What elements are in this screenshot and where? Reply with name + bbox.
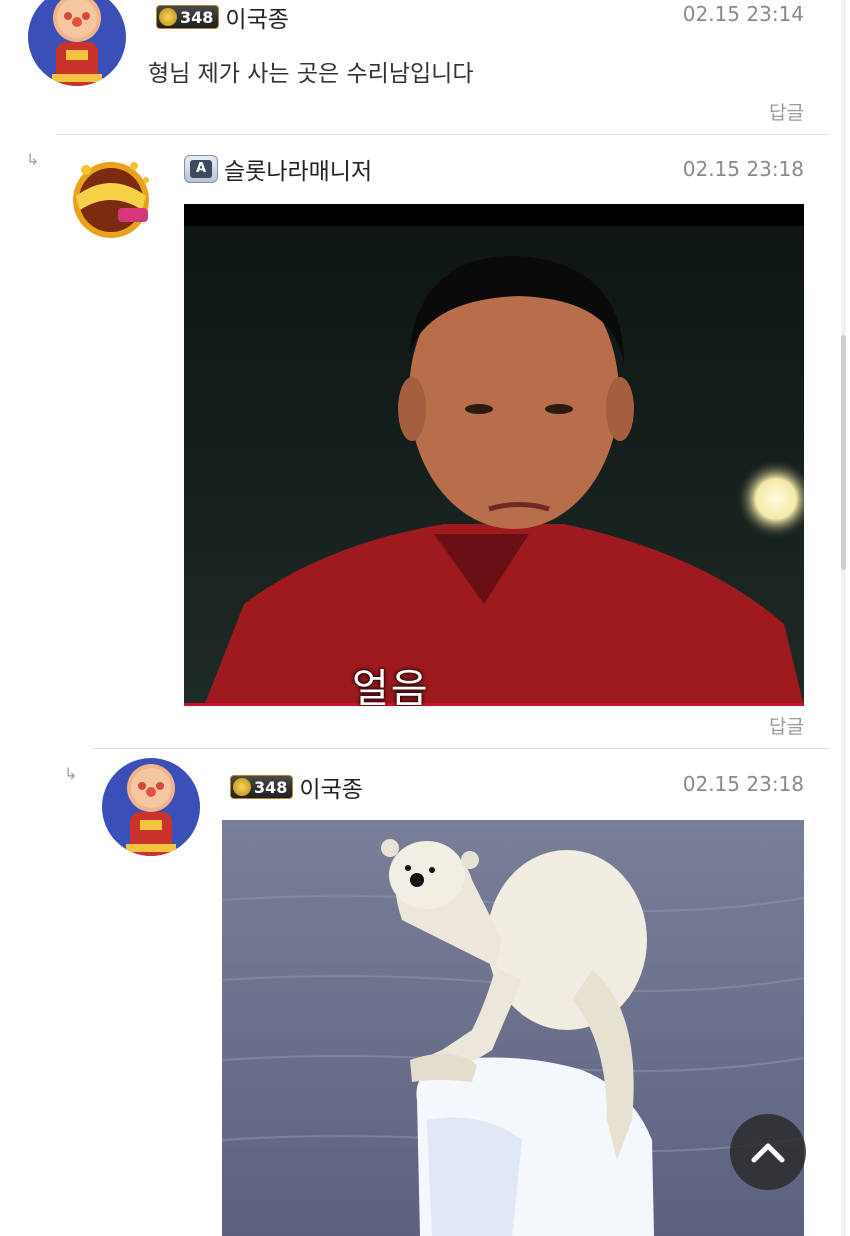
author-name[interactable]: 이국종: [225, 7, 288, 33]
comment-image[interactable]: [222, 820, 804, 1236]
level-badge: 348: [156, 5, 220, 29]
avatar[interactable]: [28, 0, 126, 86]
scroll-to-top-button[interactable]: [730, 1114, 806, 1190]
admin-badge: A: [184, 155, 218, 183]
laurel-icon: [159, 8, 177, 26]
avatar[interactable]: [62, 150, 160, 248]
divider: [56, 134, 830, 135]
chevron-up-icon: [751, 1143, 785, 1163]
reply-arrow-icon: ↳: [64, 764, 78, 783]
image-caption: 얼음: [352, 666, 430, 706]
comment-timestamp: 02.15 23:18: [682, 772, 804, 796]
divider: [92, 748, 830, 749]
comment-timestamp: 02.15 23:18: [682, 157, 804, 181]
admin-badge-letter: A: [190, 160, 212, 178]
reply-button[interactable]: 답글: [769, 712, 804, 739]
avatar[interactable]: [102, 758, 200, 856]
laurel-icon: [233, 778, 251, 796]
comment-text: 형님 제가 사는 곳은 수리남입니다: [148, 61, 474, 87]
level-badge: 348: [230, 775, 294, 799]
scrollbar-track[interactable]: [841, 0, 846, 1236]
reply-arrow-icon: ↳: [26, 150, 40, 169]
comment-author: A 슬롯나라매니저: [184, 152, 372, 186]
comment-image[interactable]: 얼음: [184, 204, 804, 706]
level-number: 348: [254, 777, 288, 797]
author-name[interactable]: 이국종: [299, 777, 362, 803]
author-name[interactable]: 슬롯나라매니저: [224, 159, 372, 185]
scrollbar-thumb[interactable]: [841, 335, 846, 570]
comment-author: 348 이국종: [230, 770, 363, 804]
level-number: 348: [180, 7, 214, 27]
comment-timestamp: 02.15 23:14: [682, 2, 804, 26]
reply-button[interactable]: 답글: [769, 98, 804, 125]
comment-section: 348 이국종 02.15 23:14 형님 제가 사는 곳은 수리남입니다 답…: [0, 0, 850, 1236]
comment-author: 348 이국종: [156, 0, 289, 34]
